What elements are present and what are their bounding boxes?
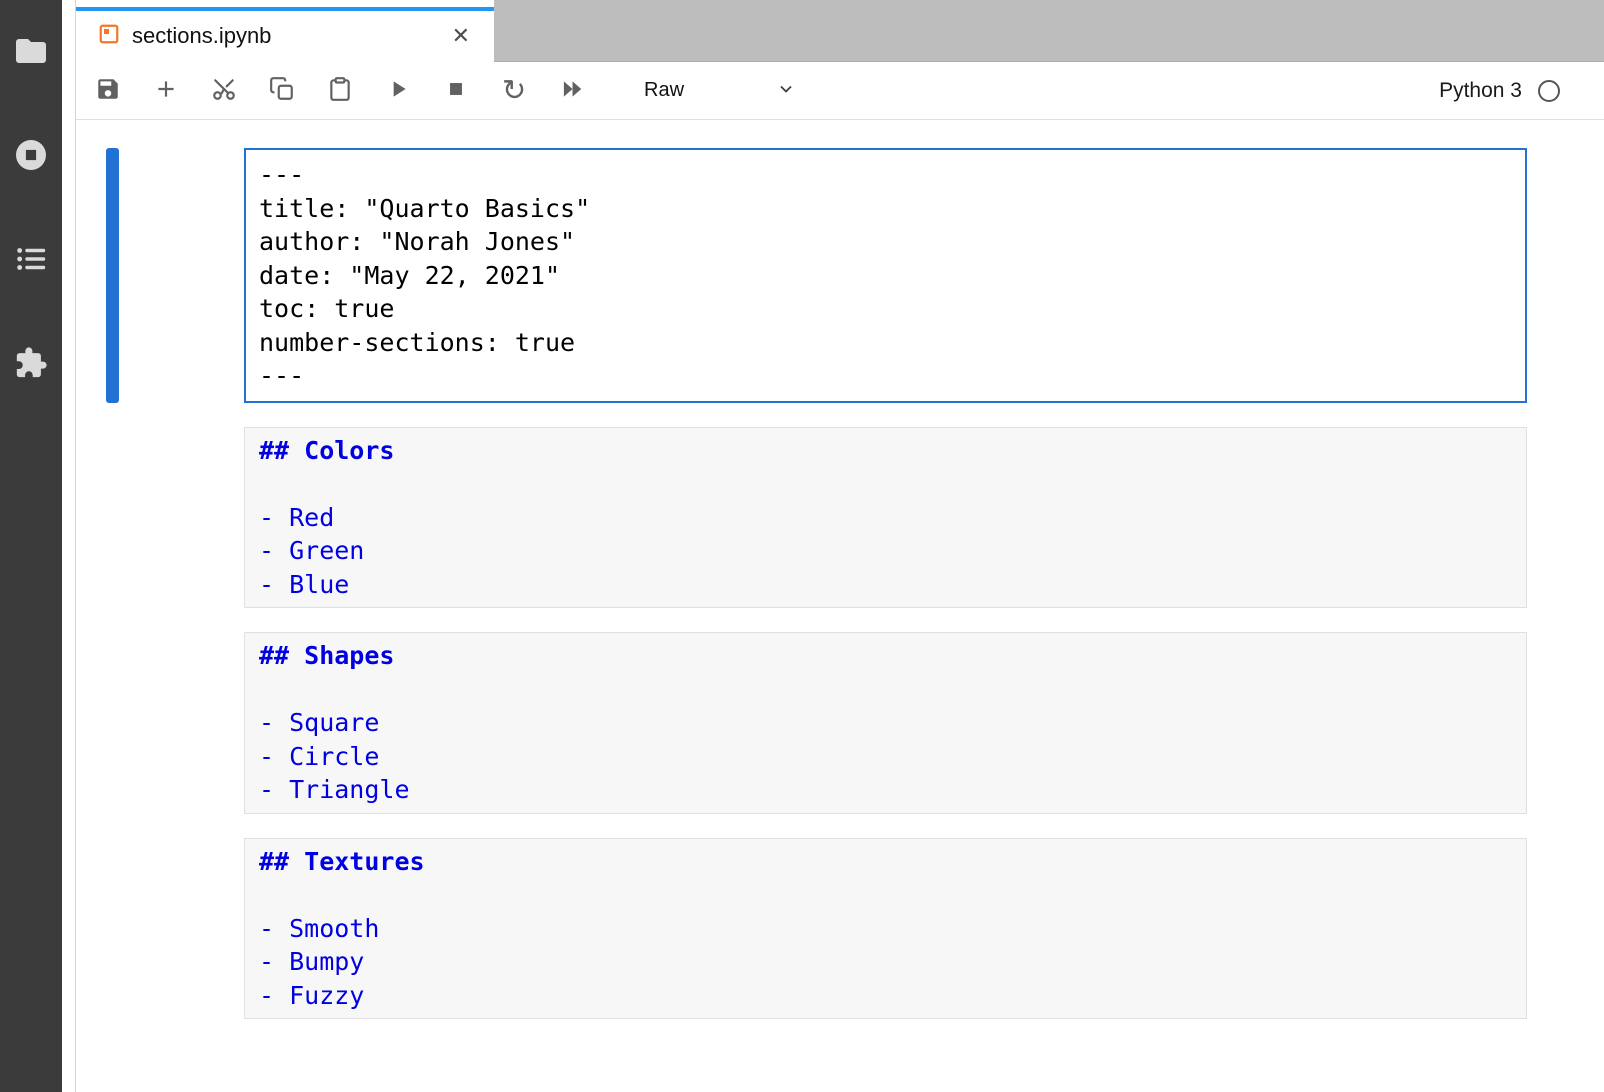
code-line: toc: true (259, 292, 1512, 326)
cell-type-dropdown[interactable]: Raw (644, 79, 796, 102)
notebook-file-icon (98, 23, 120, 50)
cell-shapes[interactable]: ## Shapes - Square - Circle - Triangle (244, 632, 1527, 814)
tab-bar: sections.ipynb ✕ (76, 0, 1604, 62)
sidebar-item-extensions[interactable] (12, 347, 50, 381)
list-item: - Circle (259, 740, 1512, 774)
blank-line (259, 467, 1512, 501)
run-play-icon (385, 76, 411, 105)
list-item: - Fuzzy (259, 979, 1512, 1013)
cell-editor[interactable]: ## Shapes - Square - Circle - Triangle (244, 632, 1527, 814)
cell-type-value: Raw (644, 79, 684, 102)
code-line: date: "May 22, 2021" (259, 259, 1512, 293)
running-kernels-icon (13, 137, 49, 176)
cell-editor[interactable]: ## Textures - Smooth - Bumpy - Fuzzy (244, 838, 1527, 1020)
blank-line (259, 673, 1512, 707)
kernel-name[interactable]: Python 3 (1439, 79, 1522, 103)
cell-editor[interactable]: ## Colors - Red - Green - Blue (244, 427, 1527, 609)
paste-cell-button[interactable] (322, 73, 358, 109)
list-item: - Square (259, 706, 1512, 740)
cell-editor[interactable]: --- title: "Quarto Basics" author: "Nora… (244, 148, 1527, 403)
chevron-down-icon (776, 79, 796, 102)
cell-textures[interactable]: ## Textures - Smooth - Bumpy - Fuzzy (244, 838, 1527, 1020)
blank-line (259, 878, 1512, 912)
table-of-contents-icon (14, 242, 48, 279)
list-item: - Triangle (259, 773, 1512, 807)
code-line: --- (259, 158, 1512, 192)
tab-sections-ipynb[interactable]: sections.ipynb ✕ (76, 0, 494, 62)
code-line: title: "Quarto Basics" (259, 192, 1512, 226)
folder-icon (13, 33, 49, 72)
list-item: - Blue (259, 568, 1512, 602)
main-area: sections.ipynb ✕ (75, 0, 1604, 1092)
fast-forward-icon (559, 76, 585, 105)
stop-square-icon (443, 76, 469, 105)
tab-close-icon[interactable]: ✕ (452, 25, 470, 47)
markdown-heading: ## Textures (259, 845, 1512, 879)
cell-collapser[interactable] (106, 148, 119, 403)
activity-sidebar (0, 0, 62, 1092)
notebook-toolbar: ↻ Raw Python 3 (76, 62, 1604, 120)
code-line: author: "Norah Jones" (259, 225, 1512, 259)
markdown-heading: ## Colors (259, 434, 1512, 468)
restart-icon: ↻ (502, 76, 526, 105)
sidebar-gutter (62, 0, 75, 1092)
markdown-heading: ## Shapes (259, 639, 1512, 673)
clipboard-icon (327, 76, 353, 105)
plus-icon (153, 76, 179, 105)
notebook-area: --- title: "Quarto Basics" author: "Nora… (76, 120, 1604, 1092)
kernel-status-icon (1538, 80, 1560, 102)
save-button[interactable] (90, 73, 126, 109)
sidebar-item-file-browser[interactable] (12, 35, 50, 69)
interrupt-kernel-button[interactable] (438, 73, 474, 109)
puzzle-extension-icon (14, 346, 48, 383)
list-item: - Bumpy (259, 945, 1512, 979)
copy-icon (269, 76, 295, 105)
code-line: number-sections: true (259, 326, 1512, 360)
sidebar-item-table-of-contents[interactable] (12, 243, 50, 277)
kernel-area: Python 3 (1439, 79, 1604, 103)
tab-title: sections.ipynb (132, 23, 271, 49)
scissors-icon (211, 76, 237, 105)
code-line: --- (259, 359, 1512, 393)
list-item: - Green (259, 534, 1512, 568)
list-item: - Red (259, 501, 1512, 535)
jupyterlab-window: sections.ipynb ✕ (0, 0, 1604, 1092)
tab-bar-filler (494, 0, 1604, 62)
add-cell-button[interactable] (148, 73, 184, 109)
run-cell-button[interactable] (380, 73, 416, 109)
cell-colors[interactable]: ## Colors - Red - Green - Blue (244, 427, 1527, 609)
cell-frontmatter[interactable]: --- title: "Quarto Basics" author: "Nora… (244, 148, 1527, 403)
list-item: - Smooth (259, 912, 1512, 946)
sidebar-item-running-kernels[interactable] (12, 139, 50, 173)
save-icon (95, 76, 121, 105)
restart-run-all-button[interactable] (554, 73, 590, 109)
restart-kernel-button[interactable]: ↻ (496, 73, 532, 109)
cut-cell-button[interactable] (206, 73, 242, 109)
copy-cell-button[interactable] (264, 73, 300, 109)
